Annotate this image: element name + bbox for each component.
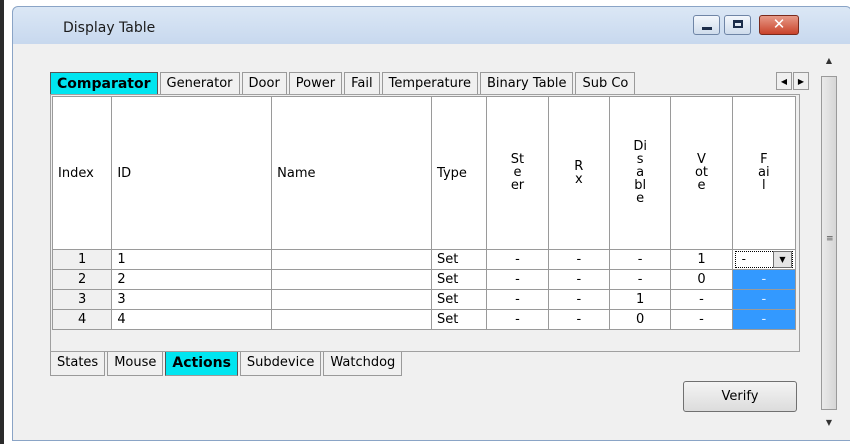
- cell-id[interactable]: 4: [111, 309, 273, 330]
- tab-scroll-left-icon[interactable]: ◀: [776, 72, 792, 90]
- cell-id[interactable]: 3: [111, 289, 273, 310]
- header-rx-label: Rx: [574, 158, 584, 187]
- verify-button[interactable]: Verify: [683, 381, 797, 412]
- maximize-button[interactable]: [724, 15, 751, 35]
- row-index[interactable]: 4: [51, 309, 113, 330]
- grid-header-row: Index ID Name Type Steer Rx Disable Vote…: [51, 96, 797, 250]
- tab-fail[interactable]: Fail: [344, 72, 380, 94]
- header-fail[interactable]: Fail: [731, 96, 797, 250]
- maximize-icon: [733, 20, 743, 28]
- close-icon: ✕: [772, 15, 786, 33]
- table-row[interactable]: 3 3 Set - - 1 - -: [51, 289, 797, 310]
- tab-binary-table[interactable]: Binary Table: [479, 72, 574, 94]
- tab-subdevice[interactable]: Subdevice: [239, 352, 322, 376]
- cell-name[interactable]: [271, 249, 433, 270]
- row-index[interactable]: 2: [51, 269, 113, 290]
- cell-disable[interactable]: 1: [608, 289, 672, 310]
- header-fail-label: Fail: [758, 152, 770, 193]
- cell-rx[interactable]: -: [547, 249, 610, 270]
- chevron-down-icon[interactable]: ▼: [773, 251, 792, 268]
- cell-steer[interactable]: -: [486, 289, 549, 310]
- cell-disable[interactable]: -: [608, 249, 672, 270]
- grip-icon: ≡: [826, 234, 834, 244]
- display-table-window: Display Table ✕ Comparator Generator Doo…: [0, 0, 850, 444]
- header-disable[interactable]: Disable: [608, 96, 672, 250]
- cell-steer[interactable]: -: [486, 249, 549, 270]
- header-name[interactable]: Name: [271, 96, 433, 250]
- tab-scroll-arrows: ◀ ▶: [776, 72, 810, 90]
- cell-rx[interactable]: -: [547, 289, 610, 310]
- cell-fail-editor[interactable]: - ▼: [731, 249, 797, 270]
- header-rx[interactable]: Rx: [547, 96, 610, 250]
- cell-name[interactable]: [271, 269, 433, 290]
- vertical-scrollbar[interactable]: ▲ ≡ ▼: [820, 48, 838, 436]
- scroll-down-icon[interactable]: ▼: [820, 418, 838, 427]
- minimize-button[interactable]: [693, 15, 720, 35]
- window-title: Display Table: [63, 20, 156, 36]
- table-row[interactable]: 4 4 Set - - 0 - -: [51, 309, 797, 330]
- cell-type[interactable]: Set: [431, 309, 488, 330]
- cell-type[interactable]: Set: [431, 269, 488, 290]
- cell-type[interactable]: Set: [431, 249, 488, 270]
- tab-door[interactable]: Door: [241, 72, 287, 94]
- cell-steer[interactable]: -: [486, 269, 549, 290]
- tab-power[interactable]: Power: [288, 72, 343, 94]
- header-index[interactable]: Index: [51, 96, 113, 250]
- bottom-tab-strip: States Mouse Actions Subdevice Watchdog: [50, 352, 404, 376]
- cell-id[interactable]: 1: [111, 249, 273, 270]
- tab-scroll-right-icon[interactable]: ▶: [793, 72, 809, 90]
- window-edge: [0, 0, 4, 444]
- tab-states[interactable]: States: [50, 352, 106, 376]
- header-id[interactable]: ID: [111, 96, 273, 250]
- header-steer-label: Steer: [510, 152, 525, 193]
- header-type[interactable]: Type: [431, 96, 488, 250]
- top-tab-strip: Comparator Generator Door Power Fail Tem…: [50, 72, 776, 96]
- cell-id[interactable]: 2: [111, 269, 273, 290]
- fail-dropdown-value: -: [741, 252, 746, 266]
- cell-type[interactable]: Set: [431, 289, 488, 310]
- scrollbar-thumb[interactable]: ≡: [821, 76, 837, 410]
- cell-fail[interactable]: -: [731, 289, 797, 310]
- tab-watchdog[interactable]: Watchdog: [323, 352, 403, 376]
- cell-vote[interactable]: 0: [670, 269, 733, 290]
- header-vote[interactable]: Vote: [670, 96, 733, 250]
- cell-vote[interactable]: -: [670, 289, 733, 310]
- cell-vote[interactable]: 1: [670, 249, 733, 270]
- cell-steer[interactable]: -: [486, 309, 549, 330]
- row-index[interactable]: 3: [51, 289, 113, 310]
- cell-fail[interactable]: -: [731, 269, 797, 290]
- cell-disable[interactable]: -: [608, 269, 672, 290]
- header-vote-label: Vote: [694, 152, 708, 193]
- tab-comparator[interactable]: Comparator: [50, 72, 158, 94]
- cell-rx[interactable]: -: [547, 269, 610, 290]
- table-row[interactable]: 1 1 Set - - - 1 - ▼: [51, 249, 797, 270]
- cell-disable[interactable]: 0: [608, 309, 672, 330]
- row-index[interactable]: 1: [51, 249, 113, 270]
- scroll-up-icon[interactable]: ▲: [820, 56, 838, 65]
- minimize-icon: [702, 27, 712, 30]
- tab-sub-co[interactable]: Sub Co: [575, 72, 636, 94]
- fail-dropdown[interactable]: - ▼: [734, 251, 793, 268]
- close-button[interactable]: ✕: [759, 15, 799, 35]
- cell-fail[interactable]: -: [731, 309, 797, 330]
- header-steer[interactable]: Steer: [486, 96, 549, 250]
- tab-generator[interactable]: Generator: [159, 72, 240, 94]
- tab-actions[interactable]: Actions: [165, 352, 238, 376]
- cell-name[interactable]: [271, 309, 433, 330]
- title-bar[interactable]: Display Table ✕: [12, 6, 850, 45]
- tab-temperature[interactable]: Temperature: [381, 72, 478, 94]
- tab-mouse[interactable]: Mouse: [107, 352, 164, 376]
- cell-rx[interactable]: -: [547, 309, 610, 330]
- table-row[interactable]: 2 2 Set - - - 0 -: [51, 269, 797, 290]
- cell-name[interactable]: [271, 289, 433, 310]
- header-disable-label: Disable: [633, 139, 647, 206]
- display-grid: Index ID Name Type Steer Rx Disable Vote…: [51, 96, 797, 330]
- cell-vote[interactable]: -: [670, 309, 733, 330]
